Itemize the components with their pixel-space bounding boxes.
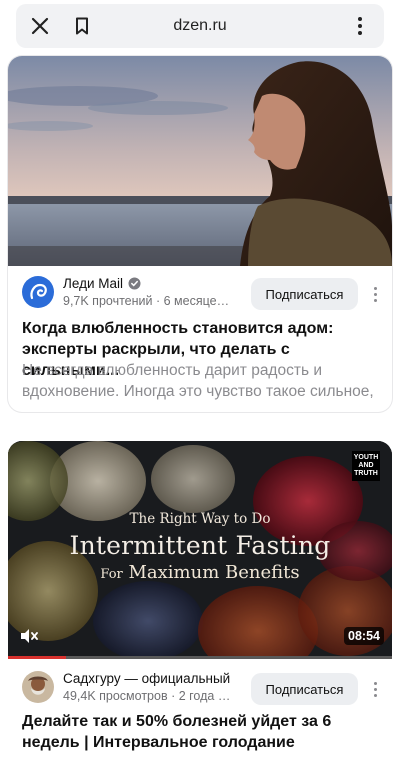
channel-meta: Садхгуру — официальный ка... 49,4K просм… xyxy=(22,671,233,703)
video-overlay-line-3: For Maximum Benefits xyxy=(8,562,392,583)
video-overlay-line-2: Intermittent Fasting xyxy=(69,531,331,560)
channel-avatar[interactable] xyxy=(22,671,54,703)
channel-watermark-logo: YOUTH AND TRUTH xyxy=(352,451,380,481)
article-card[interactable]: Леди Mail 9,7K прочтений · 6 месяцев н..… xyxy=(8,56,392,412)
video-overlay-line-1: The Right Way to Do xyxy=(129,511,271,527)
article-description-line-2: вдохновение. Иногда это чувство такое си… xyxy=(22,383,374,400)
video-overlay-line-3-main: Maximum Benefits xyxy=(128,562,300,583)
channel-name[interactable]: Леди Mail xyxy=(63,276,233,291)
channel-avatar[interactable] xyxy=(22,276,54,308)
video-duration: 08:54 xyxy=(344,627,384,645)
article-stats: 9,7K прочтений · 6 месяцев н... xyxy=(63,294,233,308)
subscribe-button[interactable]: Подписаться xyxy=(251,278,358,310)
article-thumbnail[interactable] xyxy=(8,56,392,266)
subscribe-button[interactable]: Подписаться xyxy=(251,673,358,705)
more-options-icon[interactable] xyxy=(365,675,385,703)
channel-name-text: Леди Mail xyxy=(63,276,123,291)
verified-icon xyxy=(128,277,141,290)
video-progress-bar[interactable] xyxy=(8,656,392,659)
channel-meta: Леди Mail 9,7K прочтений · 6 месяцев н..… xyxy=(22,276,233,308)
more-options-icon[interactable] xyxy=(365,280,385,308)
mute-icon[interactable] xyxy=(18,625,40,647)
video-overlay-line-3-prefix: For xyxy=(100,567,123,582)
channel-name[interactable]: Садхгуру — официальный ка... xyxy=(63,671,233,686)
article-description-line-1: Не всегда влюбленность дарит радость и xyxy=(22,362,322,379)
browser-address-bar: dzen.ru xyxy=(16,4,384,48)
video-progress-fill xyxy=(8,656,66,659)
video-stats: 49,4K просмотров · 2 года на... xyxy=(63,689,233,703)
url-text[interactable]: dzen.ru xyxy=(16,17,384,35)
video-title[interactable]: Делайте так и 50% болезней уйдет за 6 не… xyxy=(22,711,372,753)
video-thumbnail[interactable]: The Right Way to Do Intermittent Fasting… xyxy=(8,441,392,659)
video-card[interactable]: The Right Way to Do Intermittent Fasting… xyxy=(8,441,392,757)
more-vertical-icon[interactable] xyxy=(340,6,380,46)
